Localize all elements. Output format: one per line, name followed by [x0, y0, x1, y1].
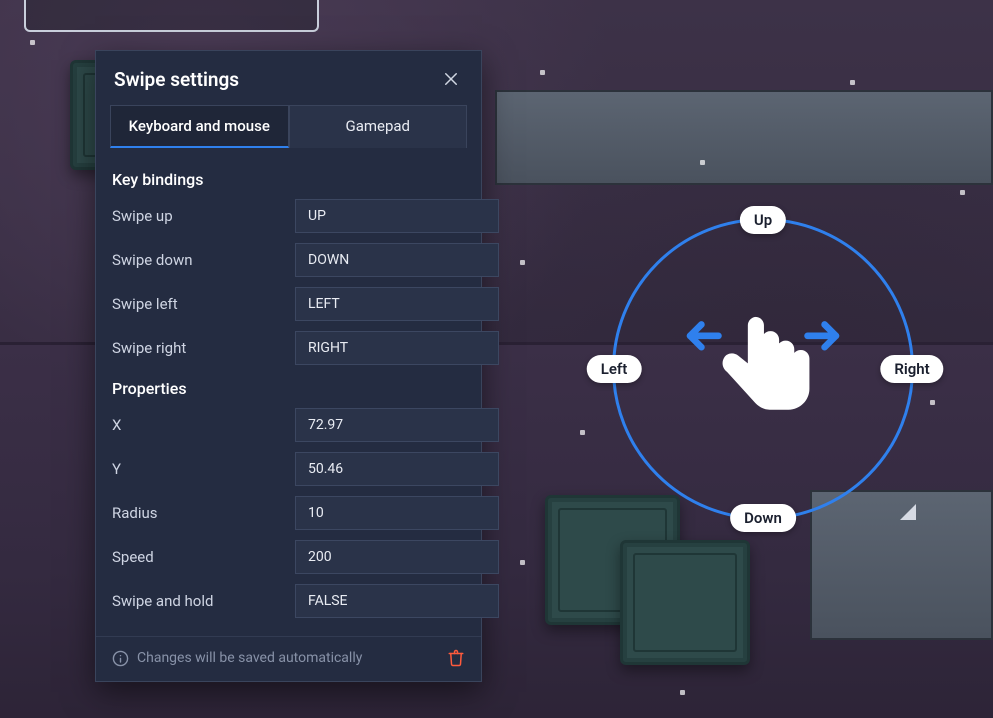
tab-keyboard-mouse[interactable]: Keyboard and mouse: [110, 105, 289, 148]
input-swipe-up[interactable]: [295, 199, 499, 233]
particle: [680, 690, 685, 695]
swipe-settings-panel: Swipe settings Keyboard and mouse Gamepa…: [95, 50, 482, 682]
particle: [30, 40, 35, 45]
particle: [960, 190, 965, 195]
bg-crate: [620, 540, 750, 665]
panel-title: Swipe settings: [114, 68, 239, 91]
label-swipe-right: Swipe right: [112, 339, 295, 357]
label-y: Y: [112, 460, 295, 478]
game-hud-box: [24, 0, 319, 32]
row-radius: Radius: [112, 496, 465, 530]
panel-body: Key bindings Swipe up Swipe down Swipe l…: [96, 148, 481, 636]
panel-header: Swipe settings: [96, 51, 481, 105]
close-icon: [442, 70, 460, 88]
swipe-overlay[interactable]: Up Down Left Right: [612, 218, 914, 520]
input-speed[interactable]: [295, 540, 499, 574]
label-x: X: [112, 416, 295, 434]
particle: [580, 430, 585, 435]
section-properties-title: Properties: [112, 379, 465, 398]
row-x: X: [112, 408, 465, 442]
particle: [540, 70, 545, 75]
particle: [930, 400, 935, 405]
input-swipe-left[interactable]: [295, 287, 499, 321]
delete-button[interactable]: [447, 649, 465, 667]
input-swipe-right[interactable]: [295, 331, 499, 365]
info-icon: [112, 650, 129, 667]
input-x[interactable]: [295, 408, 499, 442]
pill-left[interactable]: Left: [587, 355, 642, 383]
section-key-bindings-title: Key bindings: [112, 170, 465, 189]
row-swipe-down: Swipe down: [112, 243, 465, 277]
pill-down[interactable]: Down: [730, 504, 796, 532]
resize-handle[interactable]: [900, 504, 916, 520]
swipe-hand-container[interactable]: [673, 299, 853, 439]
row-swipe-hold: Swipe and hold: [112, 584, 465, 618]
row-speed: Speed: [112, 540, 465, 574]
particle: [520, 260, 525, 265]
input-radius[interactable]: [295, 496, 499, 530]
trash-icon: [447, 649, 465, 667]
footer-text: Changes will be saved automatically: [137, 650, 362, 666]
bg-container: [495, 90, 993, 185]
label-swipe-up: Swipe up: [112, 207, 295, 225]
input-swipe-down[interactable]: [295, 243, 499, 277]
pill-up[interactable]: Up: [740, 206, 786, 234]
panel-footer: Changes will be saved automatically: [96, 636, 481, 681]
arrow-left-icon: [690, 324, 718, 347]
row-swipe-left: Swipe left: [112, 287, 465, 321]
arrow-right-icon: [808, 324, 836, 347]
tabs: Keyboard and mouse Gamepad: [96, 105, 481, 148]
label-swipe-left: Swipe left: [112, 295, 295, 313]
tab-gamepad[interactable]: Gamepad: [289, 105, 468, 148]
label-swipe-hold: Swipe and hold: [112, 592, 295, 610]
particle: [520, 560, 525, 565]
label-speed: Speed: [112, 548, 295, 566]
input-y[interactable]: [295, 452, 499, 486]
input-swipe-hold[interactable]: [295, 584, 499, 618]
pill-right[interactable]: Right: [880, 355, 943, 383]
row-swipe-right: Swipe right: [112, 331, 465, 365]
row-y: Y: [112, 452, 465, 486]
particle: [700, 160, 705, 165]
label-swipe-down: Swipe down: [112, 251, 295, 269]
particle: [850, 80, 855, 85]
footer-info: Changes will be saved automatically: [112, 650, 362, 667]
label-radius: Radius: [112, 504, 295, 522]
close-button[interactable]: [439, 67, 463, 91]
row-swipe-up: Swipe up: [112, 199, 465, 233]
hand-pointer-icon: [723, 317, 810, 410]
